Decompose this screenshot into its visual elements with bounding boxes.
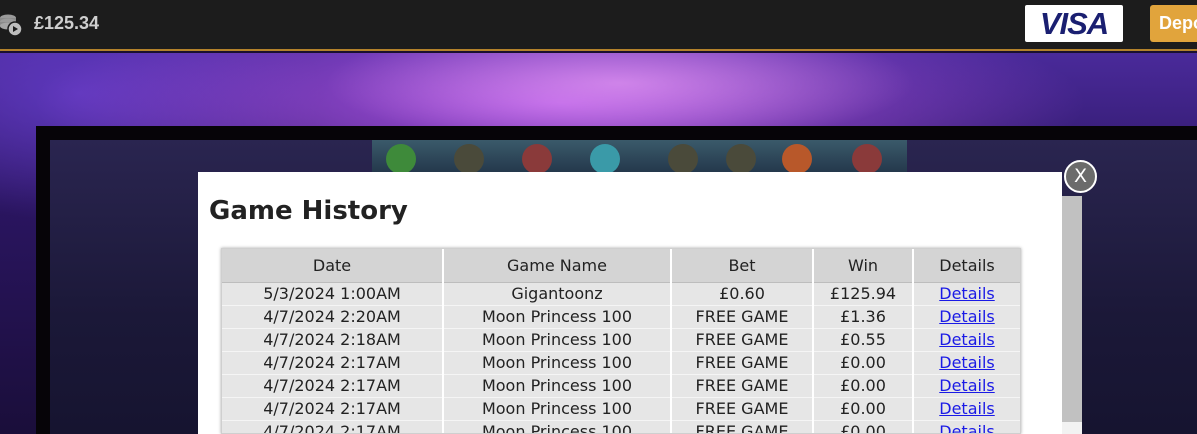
details-cell: Details <box>913 351 1020 375</box>
eye-creature-icon <box>668 144 698 174</box>
win-cell: £0.00 <box>813 420 914 433</box>
column-header-date[interactable]: Date <box>222 249 444 283</box>
table-header-row: Date Game Name Bet Win Details <box>222 249 1020 283</box>
details-link[interactable]: Details <box>939 330 994 349</box>
column-header-bet[interactable]: Bet <box>671 249 814 283</box>
red-creature-icon <box>852 144 882 174</box>
win-cell: £125.94 <box>813 282 914 306</box>
date-cell: 5/3/2024 1:00AM <box>222 282 444 306</box>
modal-title: Game History <box>209 196 408 226</box>
details-link[interactable]: Details <box>939 353 994 372</box>
table-row: 4/7/2024 2:20AM Moon Princess 100 FREE G… <box>222 305 1020 329</box>
details-cell: Details <box>913 374 1020 398</box>
bet-cell: FREE GAME <box>671 374 814 398</box>
bet-cell: FREE GAME <box>671 305 814 329</box>
details-link[interactable]: Details <box>939 422 994 433</box>
top-bar: £125.34 VISA Deposit <box>0 0 1197 51</box>
column-header-win[interactable]: Win <box>813 249 914 283</box>
teal-creature-icon <box>590 144 620 174</box>
orange-creature-icon <box>782 144 812 174</box>
game-reel-strip <box>372 140 907 174</box>
date-cell: 4/7/2024 2:17AM <box>222 374 444 398</box>
game-name-cell: Moon Princess 100 <box>443 374 672 398</box>
table-row: 4/7/2024 2:17AM Moon Princess 100 FREE G… <box>222 351 1020 375</box>
eye-creature-icon <box>726 144 756 174</box>
table-row: 4/7/2024 2:17AM Moon Princess 100 FREE G… <box>222 420 1020 433</box>
close-button[interactable]: X <box>1064 160 1097 193</box>
details-link[interactable]: Details <box>939 399 994 418</box>
win-cell: £0.00 <box>813 397 914 421</box>
date-cell: 4/7/2024 2:17AM <box>222 397 444 421</box>
win-cell: £0.55 <box>813 328 914 352</box>
game-name-cell: Moon Princess 100 <box>443 305 672 329</box>
bet-cell: FREE GAME <box>671 397 814 421</box>
column-header-details[interactable]: Details <box>913 249 1020 283</box>
bet-cell: FREE GAME <box>671 420 814 433</box>
win-cell: £1.36 <box>813 305 914 329</box>
game-name-cell: Moon Princess 100 <box>443 351 672 375</box>
details-cell: Details <box>913 282 1020 306</box>
date-cell: 4/7/2024 2:17AM <box>222 351 444 375</box>
game-name-cell: Moon Princess 100 <box>443 397 672 421</box>
details-cell: Details <box>913 328 1020 352</box>
game-name-cell: Moon Princess 100 <box>443 420 672 433</box>
date-cell: 4/7/2024 2:20AM <box>222 305 444 329</box>
date-cell: 4/7/2024 2:17AM <box>222 420 444 433</box>
win-cell: £0.00 <box>813 374 914 398</box>
details-cell: Details <box>913 397 1020 421</box>
details-cell: Details <box>913 420 1020 433</box>
game-history-table: Date Game Name Bet Win Details 5/3/2024 … <box>222 249 1020 433</box>
bet-cell: FREE GAME <box>671 351 814 375</box>
details-link[interactable]: Details <box>939 307 994 326</box>
deposit-button[interactable]: Deposit <box>1150 5 1197 42</box>
game-name-cell: Gigantoonz <box>443 282 672 306</box>
game-history-table-container: Date Game Name Bet Win Details 5/3/2024 … <box>221 248 1021 434</box>
balance-amount: £125.34 <box>34 13 100 33</box>
red-creature-icon <box>522 144 552 174</box>
bet-cell: FREE GAME <box>671 328 814 352</box>
visa-logo[interactable]: VISA <box>1025 5 1123 42</box>
modal-scrollbar-thumb[interactable] <box>1062 196 1082 422</box>
green-creature-icon <box>386 144 416 174</box>
details-link[interactable]: Details <box>939 284 994 303</box>
table-row: 4/7/2024 2:17AM Moon Princess 100 FREE G… <box>222 397 1020 421</box>
details-cell: Details <box>913 305 1020 329</box>
eye-creature-icon <box>454 144 484 174</box>
details-link[interactable]: Details <box>939 376 994 395</box>
date-cell: 4/7/2024 2:18AM <box>222 328 444 352</box>
table-row: 4/7/2024 2:18AM Moon Princess 100 FREE G… <box>222 328 1020 352</box>
column-header-game-name[interactable]: Game Name <box>443 249 672 283</box>
bet-cell: £0.60 <box>671 282 814 306</box>
coins-icon <box>0 12 23 38</box>
table-row: 4/7/2024 2:17AM Moon Princess 100 FREE G… <box>222 374 1020 398</box>
table-row: 5/3/2024 1:00AM Gigantoonz £0.60 £125.94… <box>222 282 1020 306</box>
win-cell: £0.00 <box>813 351 914 375</box>
game-name-cell: Moon Princess 100 <box>443 328 672 352</box>
